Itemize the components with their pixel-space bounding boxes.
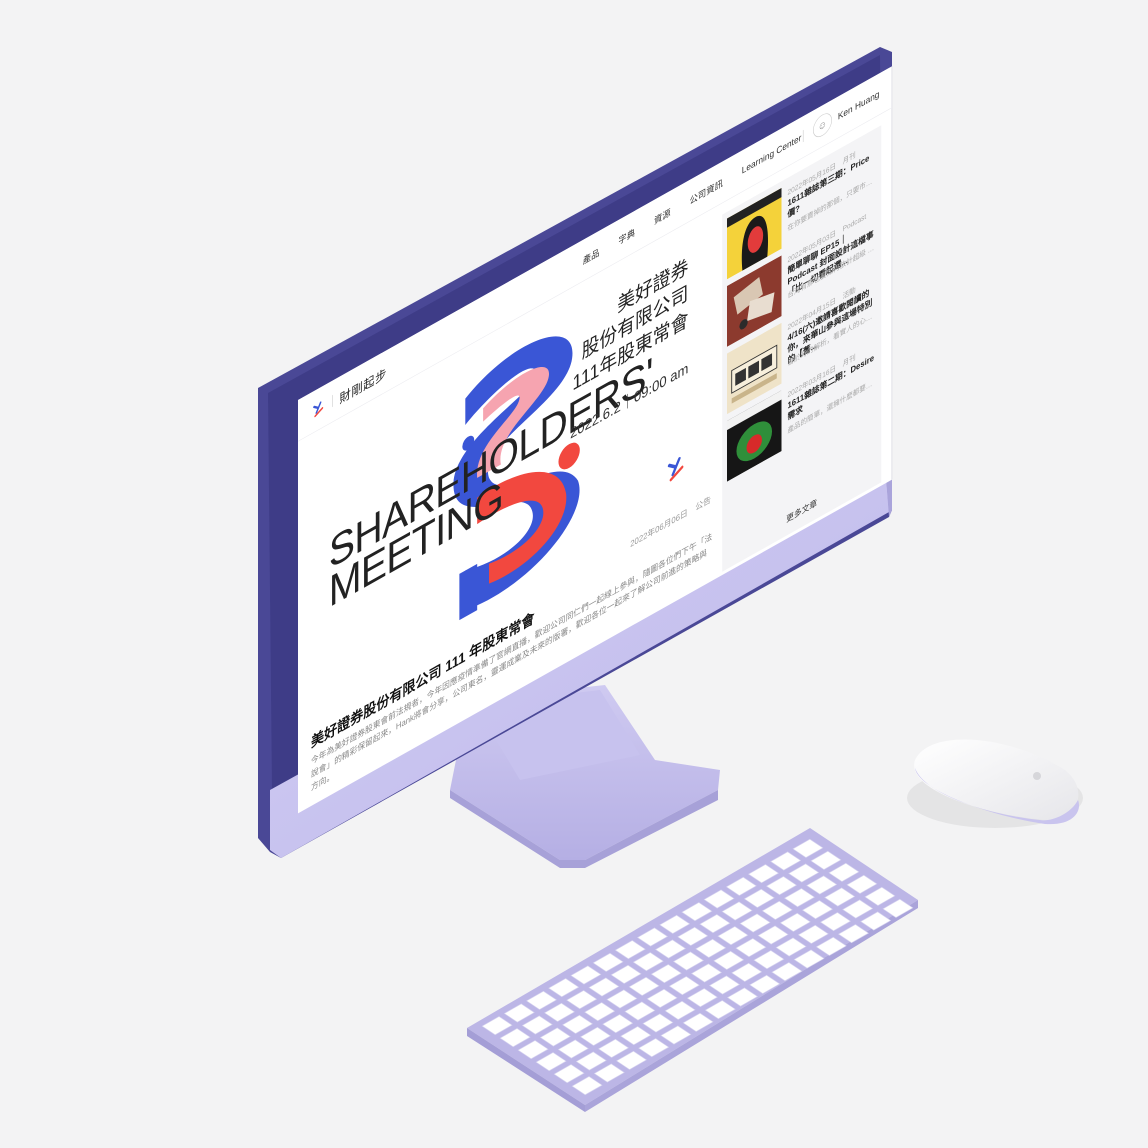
hero-logo-icon bbox=[667, 457, 684, 482]
avatar[interactable]: ☺ bbox=[812, 109, 832, 142]
logo-divider bbox=[332, 394, 334, 408]
menu-item-company-info[interactable]: 公司資訊 bbox=[690, 176, 723, 208]
keyboard bbox=[467, 828, 918, 1112]
menu-item-products[interactable]: 產品 bbox=[583, 245, 600, 268]
mouse bbox=[907, 739, 1083, 828]
menu-item-resources[interactable]: 資源 bbox=[654, 205, 671, 228]
apple-logo-icon bbox=[1033, 772, 1041, 780]
user-name[interactable]: Ken Huang bbox=[838, 88, 880, 122]
user-divider bbox=[802, 129, 804, 143]
logo-icon bbox=[313, 401, 324, 418]
menu-item-dictionary[interactable]: 字典 bbox=[618, 225, 635, 248]
user-icon: ☺ bbox=[817, 117, 827, 134]
